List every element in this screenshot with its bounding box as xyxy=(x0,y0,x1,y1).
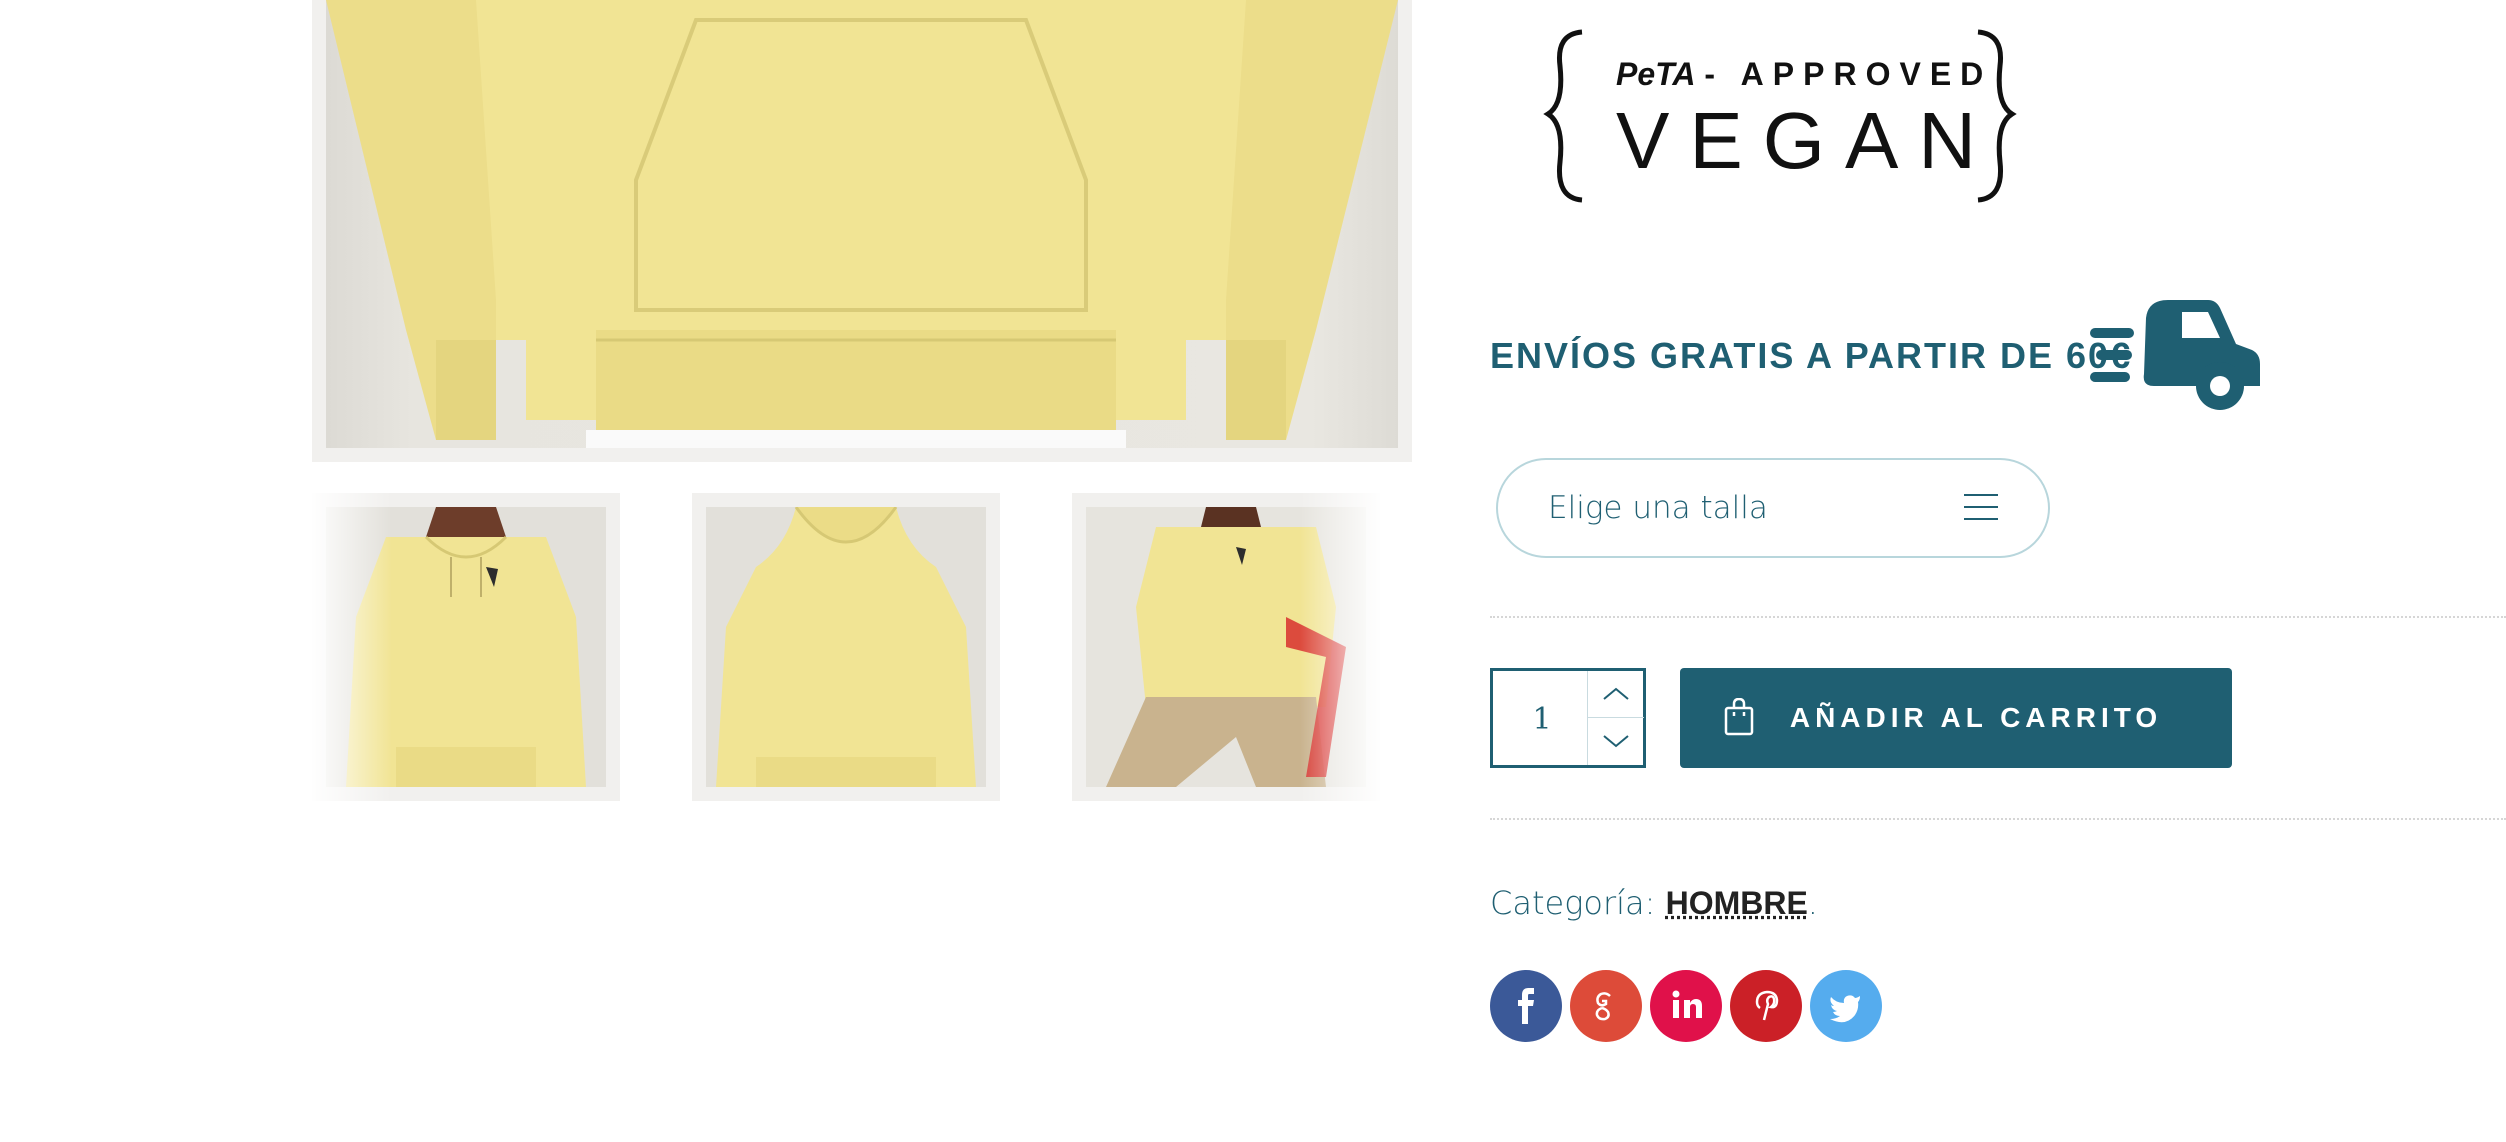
category-suffix: . xyxy=(1807,884,1818,922)
thumbnail-seated[interactable] xyxy=(1072,493,1380,801)
divider-bottom xyxy=(1490,818,2506,820)
thumbnail-back[interactable] xyxy=(692,493,1000,801)
badge-brand: PeTA xyxy=(1616,56,1696,92)
size-select-placeholder: Elige una talla xyxy=(1548,490,1768,526)
category-link-hombre[interactable]: HOMBRE xyxy=(1666,885,1808,921)
category-label: Categoría: xyxy=(1490,884,1656,922)
linkedin-icon xyxy=(1672,990,1702,1018)
pinterest-icon xyxy=(1755,990,1779,1021)
quantity-stepper xyxy=(1490,668,1646,768)
share-pinterest-button[interactable] xyxy=(1730,970,1802,1042)
main-product-image-frame xyxy=(312,0,1412,462)
share-linkedin-button[interactable] xyxy=(1650,970,1722,1042)
thumbnail-fade-left xyxy=(312,493,392,801)
twitter-icon xyxy=(1830,995,1860,1023)
share-facebook-button[interactable] xyxy=(1490,970,1562,1042)
divider-top xyxy=(1490,616,2506,618)
add-to-cart-button[interactable]: AÑADIR AL CARRITO xyxy=(1680,668,2232,768)
chevron-up-icon xyxy=(1603,687,1629,700)
delivery-truck-icon xyxy=(2090,298,2260,410)
quantity-input[interactable] xyxy=(1493,671,1591,767)
peta-vegan-badge: PeTA - APPROVED VEGAN xyxy=(1540,26,2020,206)
quantity-buttons xyxy=(1587,671,1644,765)
thumbnail-fade-right xyxy=(1300,493,1380,801)
menu-lines-icon xyxy=(1964,494,1998,522)
google-plus-icon xyxy=(1595,992,1611,1021)
chevron-down-icon xyxy=(1603,735,1629,748)
size-select[interactable]: Elige una talla xyxy=(1496,458,2050,558)
quantity-decrease-button[interactable] xyxy=(1588,718,1644,764)
badge-line1: PeTA - APPROVED xyxy=(1616,56,1992,93)
main-product-image[interactable] xyxy=(326,0,1398,448)
thumbnail-front[interactable] xyxy=(312,493,620,801)
product-category: Categoría: HOMBRE. xyxy=(1490,884,1818,922)
share-google-plus-button[interactable] xyxy=(1570,970,1642,1042)
free-shipping-text: ENVÍOS GRATIS A PARTIR DE 60€ xyxy=(1490,335,2133,376)
thumbnail-back-image xyxy=(706,507,986,787)
badge-approved: - APPROVED xyxy=(1704,56,1993,92)
share-twitter-button[interactable] xyxy=(1810,970,1882,1042)
badge-vegan: VEGAN xyxy=(1616,96,1997,185)
quantity-increase-button[interactable] xyxy=(1588,671,1644,718)
add-to-cart-label: AÑADIR AL CARRITO xyxy=(1789,702,2163,733)
facebook-icon xyxy=(1518,988,1534,1024)
